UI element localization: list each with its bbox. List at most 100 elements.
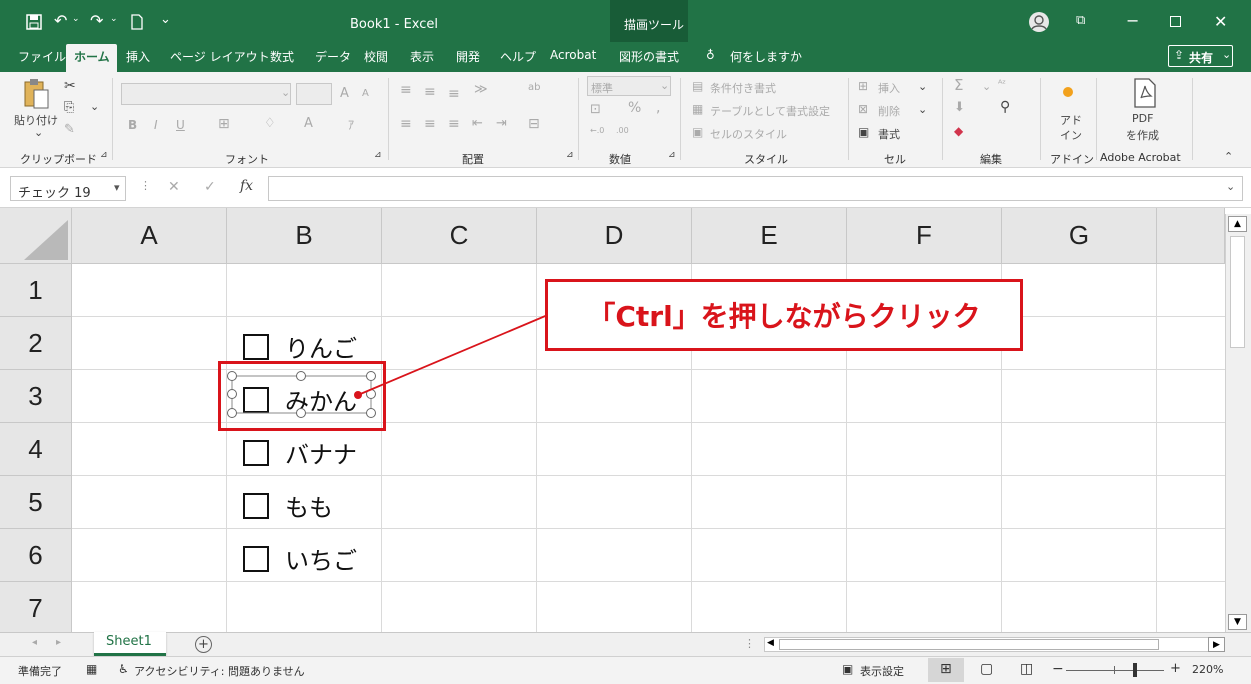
tab-insert[interactable]: 挿入: [126, 48, 150, 65]
tab-review[interactable]: 校閲: [364, 48, 388, 65]
zoom-in-button[interactable]: +: [1170, 661, 1181, 676]
sort-filter-icon[interactable]: ᴬᶻ: [998, 79, 1006, 90]
expand-formula-bar-icon[interactable]: ⌄: [1226, 180, 1235, 193]
tab-page-layout[interactable]: ページ レイアウト: [170, 48, 270, 65]
cell-styles-icon[interactable]: ▣: [692, 125, 703, 139]
column-header-h[interactable]: [1157, 208, 1225, 264]
conditional-format-icon[interactable]: ▤: [692, 79, 703, 93]
checkbox-box[interactable]: [243, 492, 269, 519]
align-center-icon[interactable]: ≡: [424, 116, 436, 132]
row-header-3[interactable]: 3: [0, 370, 72, 423]
orientation-icon[interactable]: ≫: [474, 82, 488, 97]
redo-dropdown-icon[interactable]: ⌄: [110, 14, 118, 24]
insert-function-button[interactable]: fx: [240, 178, 253, 194]
save-icon[interactable]: [26, 14, 42, 30]
insert-cells-dropdown-icon[interactable]: ⌄: [918, 80, 927, 93]
account-avatar-icon[interactable]: [1028, 11, 1050, 33]
page-layout-view-icon[interactable]: ▢: [980, 661, 993, 677]
addins-icon[interactable]: [1062, 86, 1074, 98]
horizontal-scrollbar[interactable]: ◀: [764, 637, 1225, 652]
undo-icon[interactable]: ↶: [54, 11, 67, 30]
align-left-icon[interactable]: ≡: [400, 116, 412, 132]
redo-icon[interactable]: ↷: [90, 11, 103, 30]
tab-split-grip-icon[interactable]: ⋮: [744, 637, 755, 650]
insert-cells-button[interactable]: 挿入: [878, 80, 900, 96]
comma-button[interactable]: ,: [656, 100, 660, 116]
accessibility-icon[interactable]: ♿: [118, 662, 129, 676]
column-header-f[interactable]: F: [847, 208, 1002, 264]
checkbox-box[interactable]: [243, 333, 269, 360]
merge-center-icon[interactable]: ⊟: [528, 116, 540, 132]
tab-view[interactable]: 表示: [410, 48, 434, 65]
display-settings-icon[interactable]: ▣: [842, 662, 853, 676]
number-launcher-icon[interactable]: ⊿: [668, 150, 676, 160]
scroll-right-icon[interactable]: ▶: [1208, 637, 1225, 652]
vertical-scrollbar[interactable]: ▲ ▼: [1225, 214, 1251, 632]
vertical-scroll-thumb[interactable]: [1230, 236, 1245, 348]
column-header-c[interactable]: C: [382, 208, 537, 264]
row-header-2[interactable]: 2: [0, 317, 72, 370]
align-bottom-icon[interactable]: ≡: [448, 86, 460, 102]
lightbulb-icon[interactable]: ♁: [706, 48, 715, 62]
insert-cells-icon[interactable]: ⊞: [858, 79, 868, 93]
checkbox-ichigo[interactable]: いちご: [243, 541, 357, 576]
cut-icon[interactable]: ✂: [64, 78, 76, 94]
column-header-e[interactable]: E: [692, 208, 847, 264]
copy-dropdown-icon[interactable]: ⌄: [90, 100, 99, 113]
checkbox-momo[interactable]: もも: [243, 488, 333, 523]
next-sheet-icon[interactable]: ▸: [56, 637, 61, 648]
minimize-icon[interactable]: −: [1126, 11, 1139, 30]
format-cells-icon[interactable]: ▣: [858, 125, 869, 139]
confirm-entry-button[interactable]: ✓: [204, 179, 216, 195]
checkbox-banana[interactable]: バナナ: [243, 435, 357, 470]
align-middle-icon[interactable]: ≡: [424, 84, 436, 100]
autosum-button[interactable]: Σ: [954, 76, 963, 94]
checkbox-ringo[interactable]: りんご: [243, 329, 357, 364]
cancel-entry-button[interactable]: ✕: [168, 179, 180, 195]
decrease-decimal-icon[interactable]: .00: [616, 126, 629, 135]
tell-me-search[interactable]: 何をしますか: [730, 48, 802, 65]
underline-button[interactable]: U: [176, 118, 185, 132]
tab-help[interactable]: ヘルプ: [500, 48, 536, 65]
add-sheet-button[interactable]: +: [195, 636, 212, 653]
zoom-level[interactable]: 220%: [1192, 663, 1223, 676]
zoom-slider-track[interactable]: [1066, 670, 1164, 671]
macro-record-icon[interactable]: ▦: [86, 662, 97, 676]
scroll-left-icon[interactable]: ◀: [767, 638, 774, 648]
paste-icon[interactable]: [22, 78, 50, 110]
border-icon[interactable]: ⊞: [218, 116, 230, 132]
share-button[interactable]: ⇪ 共有 ⌄: [1168, 45, 1233, 67]
close-icon[interactable]: ✕: [1214, 12, 1227, 31]
create-pdf-icon[interactable]: [1132, 78, 1158, 108]
addins-label-1[interactable]: アド: [1060, 112, 1082, 128]
column-header-b[interactable]: B: [227, 208, 382, 264]
accessibility-status[interactable]: アクセシビリティ: 問題ありません: [134, 663, 305, 679]
addins-label-2[interactable]: イン: [1060, 127, 1082, 143]
row-header-4[interactable]: 4: [0, 423, 72, 476]
autosum-dropdown-icon[interactable]: ⌄: [982, 80, 991, 93]
alignment-launcher-icon[interactable]: ⊿: [566, 150, 574, 160]
row-header-7[interactable]: 7: [0, 582, 72, 632]
name-box[interactable]: チェック 19 ▾: [10, 176, 126, 201]
phonetic-icon[interactable]: ｱ: [348, 116, 354, 133]
row-header-6[interactable]: 6: [0, 529, 72, 582]
new-document-icon[interactable]: [130, 14, 144, 30]
tab-data[interactable]: データ: [315, 48, 351, 65]
clear-icon[interactable]: ◆: [954, 124, 963, 138]
sheet-tab-sheet1[interactable]: Sheet1: [94, 632, 166, 656]
decrease-indent-icon[interactable]: ⇤: [472, 116, 483, 131]
tab-acrobat[interactable]: Acrobat: [550, 48, 596, 62]
undo-dropdown-icon[interactable]: ⌄: [72, 14, 80, 24]
font-color-icon[interactable]: A: [304, 116, 313, 131]
select-all-button[interactable]: [0, 208, 72, 264]
accounting-icon[interactable]: ⊡: [590, 102, 601, 117]
column-header-a[interactable]: A: [72, 208, 227, 264]
column-header-g[interactable]: G: [1002, 208, 1157, 264]
increase-indent-icon[interactable]: ⇥: [496, 116, 507, 131]
bold-button[interactable]: B: [128, 118, 137, 132]
format-painter-icon[interactable]: ✎: [64, 122, 75, 137]
zoom-out-button[interactable]: −: [1052, 661, 1064, 677]
percent-button[interactable]: %: [628, 100, 641, 116]
number-format-box[interactable]: 標準 ⌄: [587, 76, 671, 96]
scroll-up-icon[interactable]: ▲: [1228, 216, 1247, 232]
